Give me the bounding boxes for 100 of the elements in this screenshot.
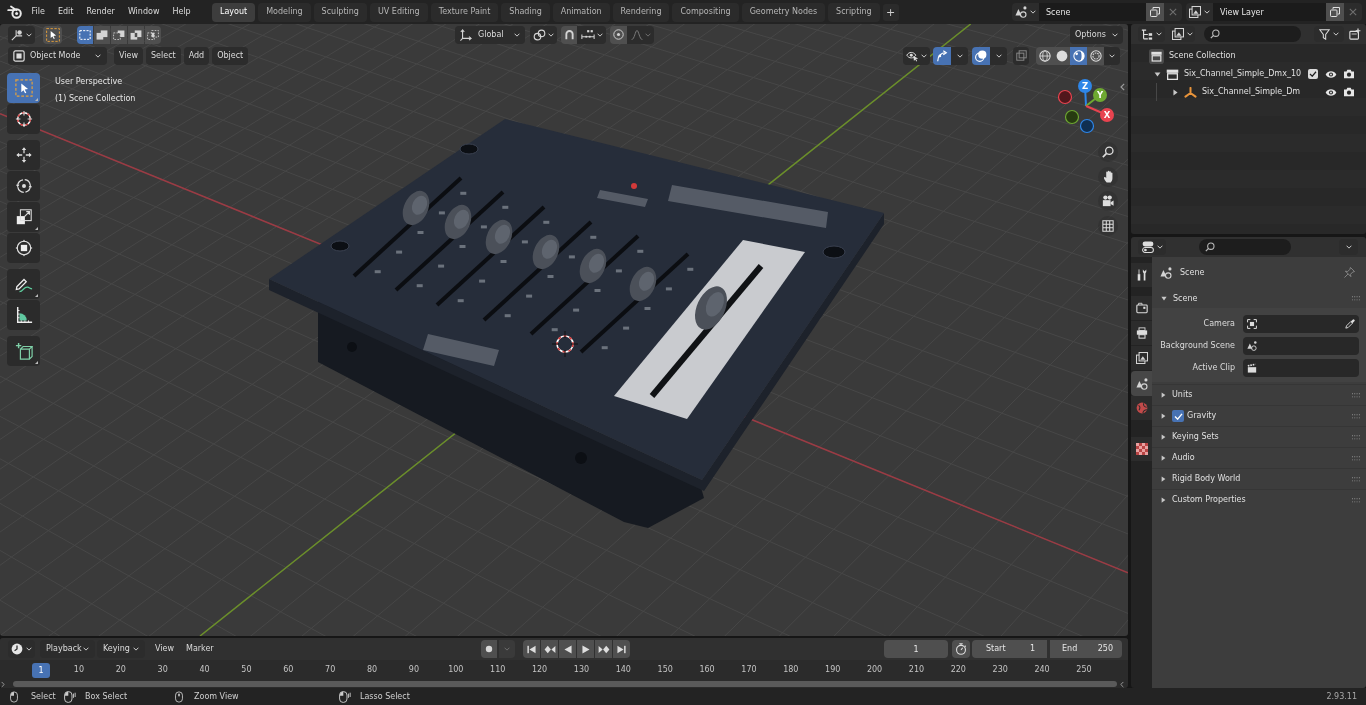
transform-tool[interactable] [7,233,40,263]
new-scene-button[interactable] [1146,3,1164,21]
workspace-tab[interactable]: Modeling [258,2,311,22]
add-cube-tool[interactable] [7,336,40,366]
mode-dropdown[interactable]: Object Mode [8,46,107,65]
measure-tool[interactable] [7,300,40,330]
end-frame-field[interactable]: End 250 [1050,640,1122,658]
world-tab[interactable] [1131,396,1152,421]
play-reverse-button[interactable] [559,640,576,658]
previous-keyframe-button[interactable] [541,640,558,658]
camera-icon[interactable] [1343,69,1355,79]
axis-circle-icon[interactable] [1079,118,1095,134]
projection-toggle[interactable] [1098,215,1118,236]
workspace-tab[interactable]: Shading [501,2,550,22]
camera-field[interactable] [1243,315,1359,333]
editor-type-button[interactable] [1138,26,1165,42]
menu-item[interactable]: View [114,46,143,65]
display-mode-dropdown[interactable] [1169,26,1196,42]
pin-icon[interactable] [1344,267,1355,278]
camera-icon[interactable] [1343,87,1355,97]
selection-mode-button[interactable] [94,25,110,44]
timeline-scrollbar[interactable] [13,681,1117,687]
output-tab[interactable] [1131,321,1152,346]
menu-item[interactable]: Edit [51,2,80,22]
pan-button[interactable] [1098,166,1118,187]
remove-scene-button[interactable] [1164,3,1182,21]
axis-circle-icon[interactable] [1064,109,1080,125]
render-tab[interactable] [1131,296,1152,321]
axis-circle-icon[interactable] [1057,89,1073,105]
logo-icon[interactable] [7,5,22,19]
menu-dropdown[interactable]: Keying [97,640,145,658]
play-button[interactable] [577,640,594,658]
workspace-tab[interactable]: UV Editing [369,2,428,22]
selection-mode-button[interactable] [128,25,144,44]
triangle-right-icon[interactable] [1172,88,1178,96]
selection-mode-button[interactable] [145,25,161,44]
shading-mode-button[interactable] [1053,46,1070,65]
chevron-left-icon[interactable] [1120,680,1124,688]
cursor-tool[interactable] [7,104,40,134]
view-layer-name-field[interactable]: View Layer [1213,3,1326,21]
menu-item[interactable]: Marker [180,640,220,658]
selection-mode-button[interactable] [77,25,93,44]
workspace-tab[interactable]: Scripting [828,2,880,22]
workspace-tab[interactable]: Layout [212,2,256,22]
tree-item-label[interactable]: Scene Collection [1169,52,1236,60]
orientation-dropdown[interactable]: Global [455,25,525,44]
menu-item[interactable]: View [149,640,180,658]
editor-type-button[interactable] [8,640,35,658]
preview-range-toggle[interactable] [952,640,970,658]
next-keyframe-button[interactable] [595,640,612,658]
chevron-left-icon[interactable] [1120,83,1125,91]
menu-item[interactable]: Select [146,46,181,65]
menu-dropdown[interactable]: Playback [40,640,95,658]
scene-name-field[interactable]: Scene [1039,3,1146,21]
snap-target-dropdown[interactable] [577,25,606,44]
jump-to-end-button[interactable] [613,640,630,658]
menu-item[interactable]: Window [121,2,166,22]
zoom-button[interactable] [1098,142,1118,162]
menu-item[interactable]: Render [79,2,122,22]
tree-item-label[interactable]: Six_Channel_Simple_Dm [1202,88,1301,96]
remove-view-layer-button[interactable] [1344,3,1362,21]
pivot-point-dropdown[interactable] [530,25,557,44]
shading-mode-button[interactable] [1070,46,1087,65]
view-layer-browse-button[interactable] [1186,3,1213,21]
menu-item[interactable]: Add [183,46,210,65]
view-layer-tab[interactable] [1131,346,1152,371]
workspace-tab[interactable]: Sculpting [313,2,367,22]
visibility-dropdown[interactable] [903,46,930,65]
add-workspace-button[interactable]: + [882,3,899,21]
new-collection-button[interactable] [1348,26,1362,42]
shading-mode-button[interactable] [1036,46,1053,65]
chevron-right-icon[interactable] [1,680,5,688]
triangle-down-icon[interactable] [1153,71,1161,77]
camera-view-button[interactable] [1098,191,1118,212]
scene-browse-button[interactable] [1012,3,1039,21]
checkbox[interactable] [1172,410,1184,422]
scene-tab[interactable] [1131,371,1152,396]
tool-tab[interactable] [1131,263,1152,288]
workspace-tab[interactable]: Geometry Nodes [741,2,826,22]
start-frame-field[interactable]: Start 1 [972,640,1047,658]
gizmo-toggle[interactable] [933,46,951,65]
playhead[interactable]: 1 [32,663,50,678]
scale-tool[interactable] [7,202,40,232]
workspace-tab[interactable]: Texture Paint [430,2,499,22]
snap-toggle[interactable] [561,25,577,44]
background-scene-field[interactable] [1243,337,1359,355]
move-tool[interactable] [7,140,40,170]
select-box-tool[interactable] [7,73,40,103]
selection-mode-button[interactable] [111,25,127,44]
shading-mode-button[interactable] [1087,46,1104,65]
axis-handle[interactable]: X [1085,105,1114,122]
texture-tab[interactable] [1131,437,1152,462]
search-field[interactable] [1204,26,1302,42]
xray-toggle[interactable] [1013,46,1029,65]
editor-type-button[interactable] [1138,239,1166,255]
tree-item-label[interactable]: Six_Channel_Simple_Dmx_10 [1184,70,1302,78]
checkbox[interactable] [1308,69,1318,79]
workspace-tab[interactable]: Rendering [612,2,670,22]
auto-keying-toggle[interactable] [481,640,497,658]
menu-item[interactable]: Object [212,46,249,65]
